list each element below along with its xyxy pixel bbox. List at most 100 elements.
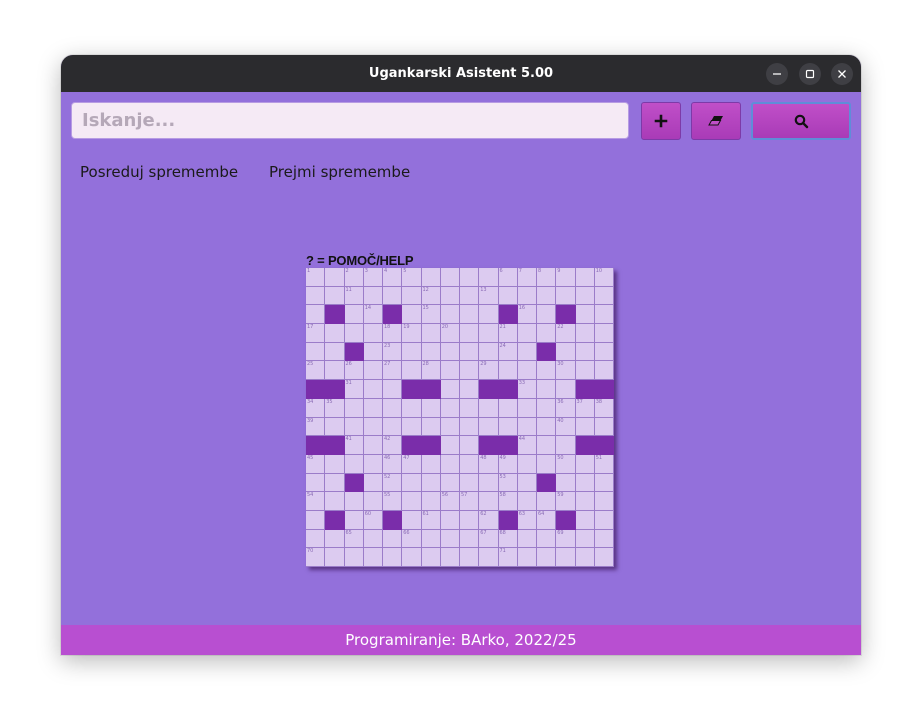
crossword-cell[interactable] xyxy=(363,473,383,493)
crossword-cell[interactable] xyxy=(517,342,537,362)
crossword-cell[interactable] xyxy=(479,324,499,343)
crossword-cell[interactable] xyxy=(344,398,364,418)
crossword-cell[interactable] xyxy=(460,305,480,325)
crossword-cell[interactable] xyxy=(537,324,557,343)
crossword-cell[interactable] xyxy=(325,529,345,549)
crossword-cell[interactable] xyxy=(421,342,441,362)
crossword-cell[interactable]: 31 xyxy=(344,380,364,399)
crossword-cell[interactable]: 58 xyxy=(498,492,518,511)
crossword-cell[interactable] xyxy=(421,417,441,437)
crossword-cell[interactable] xyxy=(440,361,460,381)
crossword-cell[interactable] xyxy=(383,417,403,437)
crossword-cell[interactable] xyxy=(363,529,383,549)
crossword-cell[interactable] xyxy=(363,380,383,399)
crossword-cell[interactable] xyxy=(421,398,441,418)
crossword-cell[interactable] xyxy=(460,286,480,306)
crossword-cell[interactable] xyxy=(460,342,480,362)
crossword-cell[interactable]: 46 xyxy=(383,454,403,474)
crossword-cell[interactable] xyxy=(363,436,383,455)
crossword-cell[interactable]: 18 xyxy=(383,324,403,343)
crossword-cell[interactable] xyxy=(575,305,595,325)
crossword-cell[interactable] xyxy=(421,529,441,549)
crossword-cell[interactable] xyxy=(498,361,518,381)
crossword-cell[interactable] xyxy=(421,324,441,343)
crossword-cell[interactable] xyxy=(363,324,383,343)
crossword-cell[interactable]: 49 xyxy=(498,454,518,474)
crossword-cell[interactable]: 2 xyxy=(344,268,364,287)
crossword-cell[interactable] xyxy=(306,510,326,530)
crossword-cell[interactable] xyxy=(421,473,441,493)
crossword-cell[interactable]: 34 xyxy=(306,398,326,418)
crossword-cell[interactable] xyxy=(402,473,422,493)
crossword-cell[interactable] xyxy=(537,454,557,474)
crossword-cell[interactable] xyxy=(517,324,537,343)
crossword-cell[interactable]: 29 xyxy=(479,361,499,381)
crossword-cell[interactable] xyxy=(325,286,345,306)
crossword-cell[interactable] xyxy=(575,548,595,567)
crossword-cell[interactable]: 39 xyxy=(306,417,326,437)
crossword-cell[interactable] xyxy=(575,417,595,437)
crossword-cell[interactable] xyxy=(421,454,441,474)
crossword-cell[interactable] xyxy=(344,454,364,474)
crossword-cell[interactable] xyxy=(537,492,557,511)
crossword-cell[interactable] xyxy=(460,417,480,437)
crossword-cell[interactable]: 16 xyxy=(517,305,537,325)
crossword-cell[interactable]: 53 xyxy=(498,473,518,493)
crossword-cell[interactable] xyxy=(537,380,557,399)
crossword-cell[interactable] xyxy=(344,305,364,325)
crossword-cell[interactable]: 17 xyxy=(306,324,326,343)
crossword-cell[interactable] xyxy=(556,380,576,399)
crossword-cell[interactable]: 70 xyxy=(306,548,326,567)
crossword-cell[interactable] xyxy=(440,398,460,418)
crossword-cell[interactable]: 30 xyxy=(556,361,576,381)
crossword-cell[interactable]: 36 xyxy=(556,398,576,418)
crossword-cell[interactable]: 62 xyxy=(479,510,499,530)
crossword-cell[interactable] xyxy=(537,436,557,455)
crossword-cell[interactable]: 19 xyxy=(402,324,422,343)
crossword-cell[interactable]: 71 xyxy=(498,548,518,567)
crossword-cell[interactable] xyxy=(460,454,480,474)
crossword-cell[interactable] xyxy=(440,529,460,549)
crossword-cell[interactable] xyxy=(402,417,422,437)
crossword-cell[interactable]: 60 xyxy=(363,510,383,530)
crossword-cell[interactable] xyxy=(306,529,326,549)
crossword-cell[interactable]: 56 xyxy=(440,492,460,511)
crossword-cell[interactable] xyxy=(383,529,403,549)
crossword-cell[interactable] xyxy=(537,361,557,381)
crossword-cell[interactable] xyxy=(383,286,403,306)
crossword-cell[interactable]: 11 xyxy=(344,286,364,306)
crossword-cell[interactable] xyxy=(537,417,557,437)
crossword-cell[interactable] xyxy=(594,305,614,325)
crossword-cell[interactable] xyxy=(383,548,403,567)
crossword-cell[interactable]: 7 xyxy=(517,268,537,287)
crossword-cell[interactable] xyxy=(575,286,595,306)
crossword-cell[interactable] xyxy=(460,361,480,381)
minimize-button[interactable] xyxy=(766,63,788,85)
crossword-cell[interactable]: 57 xyxy=(460,492,480,511)
crossword-cell[interactable] xyxy=(498,286,518,306)
crossword-cell[interactable] xyxy=(363,548,383,567)
crossword-cell[interactable] xyxy=(363,361,383,381)
crossword-cell[interactable]: 68 xyxy=(498,529,518,549)
crossword-cell[interactable] xyxy=(306,342,326,362)
crossword-cell[interactable] xyxy=(517,548,537,567)
crossword-cell[interactable] xyxy=(537,548,557,567)
crossword-cell[interactable] xyxy=(421,268,441,287)
crossword-cell[interactable] xyxy=(440,454,460,474)
crossword-cell[interactable] xyxy=(575,324,595,343)
crossword-cell[interactable]: 69 xyxy=(556,529,576,549)
crossword-cell[interactable] xyxy=(344,417,364,437)
search-input[interactable] xyxy=(71,102,629,139)
crossword-cell[interactable] xyxy=(383,398,403,418)
crossword-cell[interactable]: 45 xyxy=(306,454,326,474)
crossword-cell[interactable] xyxy=(498,417,518,437)
crossword-cell[interactable] xyxy=(344,510,364,530)
crossword-cell[interactable]: 51 xyxy=(594,454,614,474)
crossword-cell[interactable] xyxy=(402,305,422,325)
crossword-cell[interactable]: 37 xyxy=(575,398,595,418)
crossword-cell[interactable] xyxy=(325,492,345,511)
receive-changes-link[interactable]: Prejmi spremembe xyxy=(269,163,410,181)
close-button[interactable] xyxy=(831,63,853,85)
crossword-cell[interactable]: 44 xyxy=(517,436,537,455)
crossword-cell[interactable] xyxy=(460,436,480,455)
